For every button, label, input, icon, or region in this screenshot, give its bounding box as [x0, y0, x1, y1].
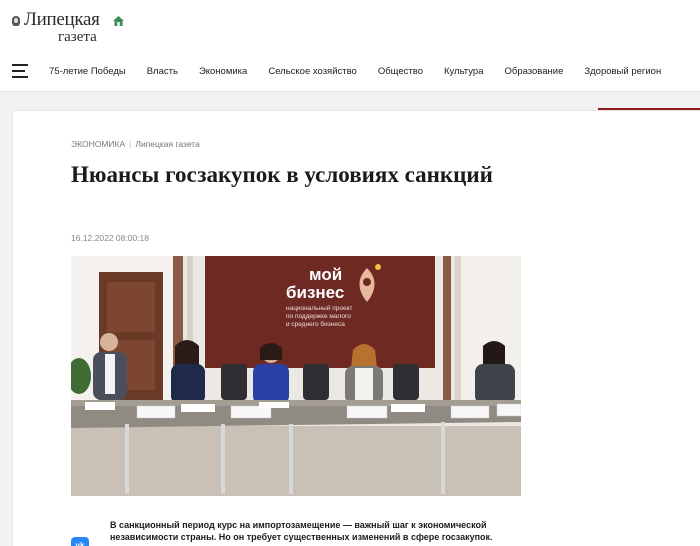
- banner-sub-1: национальный проект: [286, 304, 353, 312]
- nav-item-victory[interactable]: 75-летие Победы: [49, 65, 126, 79]
- nav-item-culture[interactable]: Культура: [444, 65, 484, 79]
- site-header: Липецкая газета 75-летие Победы Власть Э…: [0, 0, 700, 92]
- article-date: 16.12.2022 08:00:18: [71, 233, 149, 243]
- nav-item-economy[interactable]: Экономика: [199, 65, 247, 79]
- banner-sub-3: и среднего бизнеса: [286, 320, 345, 328]
- coat-of-arms-icon: [12, 16, 20, 26]
- nav-item-health[interactable]: Здоровый регион: [584, 65, 661, 79]
- source-label: Липецкая газета: [135, 139, 200, 149]
- article-lead: В санкционный период курс на импортозаме…: [110, 520, 493, 542]
- nav-item-agriculture[interactable]: Сельское хозяйство: [268, 65, 357, 79]
- rubric-link[interactable]: Экономика: [71, 139, 125, 149]
- site-logo[interactable]: Липецкая газета: [12, 9, 132, 45]
- breadcrumb: Экономика | Липецкая газета: [71, 139, 200, 149]
- nav-item-society[interactable]: Общество: [378, 65, 423, 79]
- vk-share-icon[interactable]: vk: [71, 537, 89, 546]
- article-title: Нюансы госзакупок в условиях санкций: [71, 162, 493, 187]
- logo-house-icon: [113, 16, 124, 26]
- article-photo: мой бизнес национальный проект по поддер…: [71, 256, 521, 496]
- main-nav: 75-летие Победы Власть Экономика Сельско…: [49, 65, 661, 79]
- banner-sub-2: по поддержке малого: [286, 313, 351, 320]
- banner-word-moi: мой: [309, 265, 342, 284]
- menu-icon[interactable]: [12, 64, 28, 78]
- banner-word-biznes: бизнес: [286, 283, 344, 302]
- nav-item-power[interactable]: Власть: [147, 65, 178, 79]
- logo-subtitle: газета: [58, 29, 97, 45]
- nav-item-education[interactable]: Образование: [504, 65, 563, 79]
- breadcrumb-separator: |: [129, 139, 132, 149]
- logo-title: Липецкая: [24, 9, 100, 30]
